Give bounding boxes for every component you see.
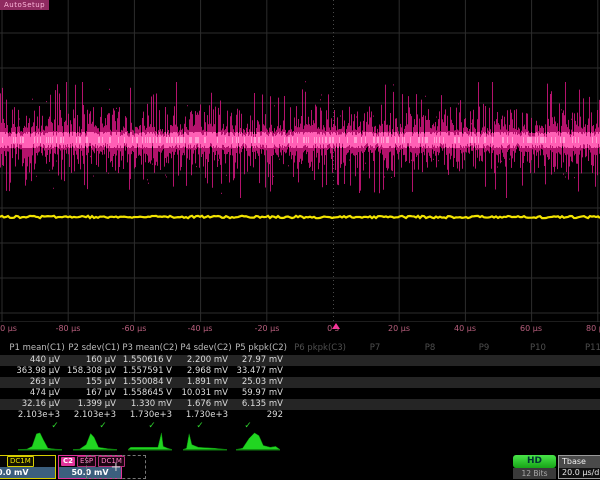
c2-channel-badge: C2	[61, 457, 75, 466]
param-value-P5-row1: 33.477 mV	[223, 366, 283, 377]
param-value-P5-row3: 59.97 mV	[223, 388, 283, 399]
c1-descriptor-top: DC1M	[0, 456, 55, 467]
param-row-4: 32.16 µV1.399 µV1.330 mV1.676 mV6.135 mV	[0, 399, 600, 410]
hd-mode-indicator[interactable]: HD 12 Bits	[513, 455, 556, 479]
param-value-P1-row4: 32.16 µV	[0, 399, 60, 410]
histicon-shape	[183, 434, 227, 450]
histicon-P2[interactable]	[73, 431, 117, 455]
c1-coupling-badge: DC1M	[7, 456, 34, 467]
plus-icon: +	[111, 460, 122, 475]
histicon-row	[0, 430, 600, 454]
param-row-1: 363.98 µV158.308 µV1.557591 V2.968 mV33.…	[0, 366, 600, 377]
param-value-P3-row4: 1.330 mV	[112, 399, 172, 410]
x-axis-label-8: 60 µs	[520, 324, 542, 333]
param-value-P2-row2: 155 µV	[56, 377, 116, 388]
parameter-table: P1 mean(C1) P2 sdev(C1)P3 mean(C2)P4 sdev…	[0, 341, 600, 432]
timebase-value: 20.0 µs/div	[559, 468, 600, 478]
param-value-P4-row3: 10.031 mV	[168, 388, 228, 399]
time-axis: -100 µs -80 µs -60 µs -40 µs -20 µs 0 s 20 µs 4…	[0, 322, 600, 340]
histicon-shape	[236, 433, 280, 450]
param-value-P3-row3: 1.558645 V	[112, 388, 172, 399]
histicon-shape	[73, 433, 117, 449]
param-value-P1-row2: 263 µV	[0, 377, 60, 388]
param-header-P6[interactable]: P6 pkpk(C3)	[294, 343, 346, 353]
param-row-3: 474 µV167 µV1.558645 V10.031 mV59.97 mV	[0, 388, 600, 399]
oscilloscope-screen: AutoSetup -100 µs -80 µs -60 µs -40 µs -20 µ…	[0, 0, 600, 480]
param-value-P2-row3: 167 µV	[56, 388, 116, 399]
param-row-2: 263 µV155 µV1.550084 V1.891 mV25.03 mV	[0, 377, 600, 388]
hd-badge: HD	[513, 455, 556, 468]
param-value-P3-row2: 1.550084 V	[112, 377, 172, 388]
param-value-P4-row1: 2.968 mV	[168, 366, 228, 377]
param-value-P2-row0: 160 µV	[56, 355, 116, 366]
x-axis-label-5: 0 s	[327, 324, 339, 333]
param-value-P1-row0: 440 µV	[0, 355, 60, 366]
param-value-P2-row4: 1.399 µV	[56, 399, 116, 410]
param-value-P1-row1: 363.98 µV	[0, 366, 60, 377]
x-axis-label-0: -100 µs	[0, 324, 17, 333]
param-value-P2-row5: 2.103e+3	[56, 410, 116, 421]
x-axis-label-1: -80 µs	[56, 324, 81, 333]
param-value-P1-row5: 2.103e+3	[0, 410, 60, 421]
param-value-P4-row4: 1.676 mV	[168, 399, 228, 410]
param-row-5: 2.103e+32.103e+31.730e+31.730e+3292	[0, 410, 600, 421]
bottom-bar: DC1M 10.0 mV C2 ESP DC1M 50.0 mV + HD 12…	[0, 454, 600, 480]
waveform-grid: AutoSetup	[0, 0, 600, 322]
x-axis-label-3: -40 µs	[188, 324, 213, 333]
param-header-P2[interactable]: P2 sdev(C1)	[68, 343, 119, 353]
histicon-shape	[128, 433, 172, 450]
param-header-P1[interactable]: P1 mean(C1)	[9, 343, 64, 353]
param-header-P9[interactable]: P9	[479, 343, 490, 353]
param-value-P1-row3: 474 µV	[0, 388, 60, 399]
x-axis-label-6: 20 µs	[388, 324, 410, 333]
param-value-P5-row4: 6.135 mV	[223, 399, 283, 410]
hd-bits-label: 12 Bits	[513, 468, 556, 479]
timebase-label: Tbase	[559, 456, 600, 468]
histicon-P1[interactable]	[18, 431, 62, 455]
param-header-P8[interactable]: P8	[425, 343, 436, 353]
param-header-P5[interactable]: P5 pkpk(C2)	[235, 343, 287, 353]
param-value-P5-row2: 25.03 mV	[223, 377, 283, 388]
c1-descriptor-box[interactable]: DC1M 10.0 mV	[0, 455, 56, 479]
param-header-P7[interactable]: P7	[370, 343, 381, 353]
param-value-P4-row0: 2.200 mV	[168, 355, 228, 366]
param-value-P5-row5: 292	[223, 410, 283, 421]
timebase-box[interactable]: Tbase 20.0 µs/div	[558, 455, 600, 479]
param-value-P3-row0: 1.550616 V	[112, 355, 172, 366]
add-trace-button[interactable]: +	[86, 455, 146, 479]
histicon-P4[interactable]	[183, 431, 227, 455]
param-value-P3-row1: 1.557591 V	[112, 366, 172, 377]
x-axis-label-7: 40 µs	[454, 324, 476, 333]
c1-trace	[0, 216, 600, 218]
param-value-P2-row1: 158.308 µV	[56, 366, 116, 377]
c1-vdiv-value: 10.0 mV	[0, 467, 55, 478]
x-axis-label-2: -60 µs	[122, 324, 147, 333]
param-value-P3-row5: 1.730e+3	[112, 410, 172, 421]
param-header-P3[interactable]: P3 mean(C2)	[122, 343, 177, 353]
param-row-0: 440 µV160 µV1.550616 V2.200 mV27.97 mV	[0, 355, 600, 366]
scope-plot	[0, 0, 600, 322]
param-header-P11[interactable]: P11	[585, 343, 600, 353]
histicon-shape	[18, 433, 62, 450]
param-value-P4-row2: 1.891 mV	[168, 377, 228, 388]
histicon-P5[interactable]	[236, 431, 280, 455]
autosetup-annotation[interactable]: AutoSetup	[0, 0, 49, 10]
x-axis-label-9: 80 µs	[586, 324, 600, 333]
param-header-P4[interactable]: P4 sdev(C2)	[180, 343, 231, 353]
x-axis-label-4: -20 µs	[255, 324, 280, 333]
param-value-P4-row5: 1.730e+3	[168, 410, 228, 421]
histicon-P3[interactable]	[128, 431, 172, 455]
param-header-P10[interactable]: P10	[530, 343, 546, 353]
param-value-P5-row0: 27.97 mV	[223, 355, 283, 366]
parameter-header-row: P1 mean(C1) P2 sdev(C1)P3 mean(C2)P4 sdev…	[0, 343, 600, 354]
